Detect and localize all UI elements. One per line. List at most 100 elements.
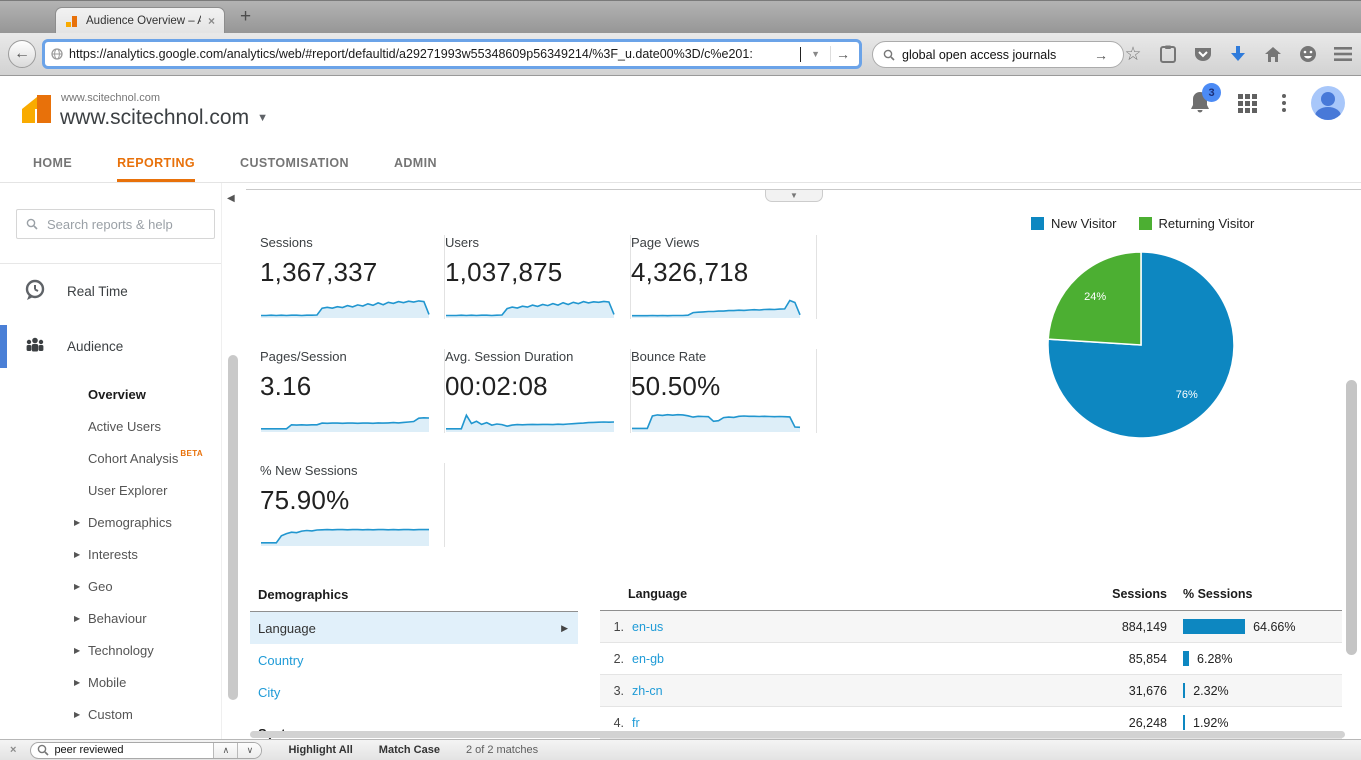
sidebar-item-custom[interactable]: ▶ Custom	[0, 698, 221, 730]
metric-card-users[interactable]: Users 1,037,875	[445, 235, 631, 319]
sidebar-item-active-users[interactable]: Active Users	[0, 410, 221, 442]
metric-label: Sessions	[260, 235, 313, 250]
apps-grid-icon[interactable]	[1238, 93, 1257, 113]
metric-card-page-views[interactable]: Page Views 4,326,718	[631, 235, 817, 319]
language-link[interactable]: en-us	[624, 620, 1047, 634]
nav-tab-home[interactable]: HOME	[33, 143, 72, 182]
sidebar-search-input[interactable]: Search reports & help	[16, 209, 215, 239]
metric-label: Bounce Rate	[631, 349, 707, 364]
avatar[interactable]	[1311, 86, 1345, 120]
demographics-item-city[interactable]: City	[250, 676, 578, 708]
sidebar-search-placeholder: Search reports & help	[47, 216, 173, 232]
match-case-button[interactable]: Match Case	[379, 744, 440, 756]
legend-item-new-visitor[interactable]: New Visitor	[1031, 216, 1117, 231]
url-dropdown-icon[interactable]: ▼	[807, 49, 824, 59]
pct-bar	[1183, 715, 1185, 730]
col-sessions[interactable]: Sessions	[1047, 587, 1167, 601]
demographics-item-country[interactable]: Country	[250, 644, 578, 676]
sidebar-section-real-time[interactable]: Real Time	[0, 264, 221, 319]
url-text[interactable]: https://analytics.google.com/analytics/w…	[69, 47, 794, 61]
property-selector[interactable]: www.scitechnol.com ▼	[60, 106, 268, 130]
tab-title: Audience Overview – Anal...	[86, 15, 201, 27]
highlight-all-button[interactable]: Highlight All	[288, 744, 352, 756]
back-button[interactable]: ←	[8, 40, 36, 68]
metric-card--new-sessions[interactable]: % New Sessions 75.90%	[260, 463, 445, 547]
sidebar-item-label: Active Users	[88, 418, 161, 434]
browser-tab[interactable]: Audience Overview – Anal... ×	[55, 7, 225, 34]
col-pct-sessions[interactable]: % Sessions	[1167, 587, 1342, 601]
find-next-button[interactable]: ∨	[237, 742, 262, 758]
sidebar-item-overview[interactable]: Overview	[0, 378, 221, 410]
pct-bar	[1183, 651, 1190, 666]
web-search-field[interactable]: global open access journals →	[872, 41, 1124, 68]
notifications-button[interactable]: 3	[1189, 83, 1221, 116]
sidebar-item-technology[interactable]: ▶ Technology	[0, 634, 221, 666]
expand-arrow-icon: ▶	[74, 677, 81, 687]
realtime-icon	[24, 279, 46, 304]
find-query[interactable]: peer reviewed	[49, 744, 213, 756]
sidebar-item-label: Behaviour	[88, 610, 147, 626]
sidebar-item-label: Technology	[88, 642, 154, 658]
expand-arrow-icon: ▶	[74, 645, 81, 655]
pocket-icon[interactable]	[1193, 44, 1213, 64]
language-link[interactable]: en-gb	[624, 652, 1047, 666]
sidebar-section-audience[interactable]: Audience	[0, 319, 221, 374]
sidebar-item-label: Overview	[88, 386, 146, 402]
sidebar-scrollbar[interactable]	[228, 355, 238, 700]
metric-sparkline	[261, 300, 430, 318]
sidebar-item-mobile[interactable]: ▶ Mobile	[0, 666, 221, 698]
visitor-pie-chart[interactable]: 76% 24%	[1041, 245, 1241, 445]
reading-list-icon[interactable]	[1158, 44, 1178, 64]
web-search-value[interactable]: global open access journals	[902, 48, 1082, 62]
url-bar[interactable]: https://analytics.google.com/analytics/w…	[42, 39, 862, 69]
metric-card-avg-session-duration[interactable]: Avg. Session Duration 00:02:08	[445, 349, 631, 433]
sidebar-item-geo[interactable]: ▶ Geo	[0, 570, 221, 602]
browser-window: Audience Overview – Anal... × + ← https:…	[0, 0, 1361, 760]
search-go-button[interactable]: →	[1089, 47, 1113, 63]
language-link[interactable]: fr	[624, 716, 1047, 730]
sidebar-item-interests[interactable]: ▶ Interests	[0, 538, 221, 570]
pct-sessions-cell: 2.32%	[1167, 683, 1342, 698]
legend-swatch	[1138, 217, 1152, 230]
go-button[interactable]: →	[830, 46, 855, 62]
metric-card-sessions[interactable]: Sessions 1,367,337	[260, 235, 445, 319]
pct-bar	[1183, 619, 1246, 634]
pct-label: 6.28%	[1197, 651, 1233, 666]
metric-value: 1,037,875	[445, 257, 563, 287]
sidebar-item-user-explorer[interactable]: User Explorer	[0, 474, 221, 506]
sidebar-item-behaviour[interactable]: ▶ Behaviour	[0, 602, 221, 634]
downloads-icon[interactable]	[1228, 44, 1248, 64]
close-tab-icon[interactable]: ×	[208, 15, 215, 27]
menu-hamburger-icon[interactable]	[1333, 44, 1353, 64]
chevron-down-icon: ▼	[257, 112, 268, 124]
col-language[interactable]: Language	[600, 587, 1047, 601]
sidebar-collapse-button[interactable]: ◀	[227, 193, 235, 204]
language-table: Language Sessions % Sessions 1. en-us 884,…	[600, 581, 1342, 739]
new-tab-button[interactable]: +	[240, 6, 251, 28]
legend-swatch	[1031, 217, 1044, 230]
metric-card-pages-session[interactable]: Pages/Session 3.16	[260, 349, 445, 433]
demographics-item-language[interactable]: Language ▶	[250, 612, 578, 644]
nav-tab-customisation[interactable]: CUSTOMISATION	[240, 143, 349, 182]
demographics-title: Demographics	[250, 581, 578, 612]
metric-card-bounce-rate[interactable]: Bounce Rate 50.50%	[631, 349, 817, 433]
find-close-icon[interactable]: ×	[10, 744, 16, 756]
property-name: www.scitechnol.com	[60, 106, 250, 129]
sidebar-item-label: Demographics	[88, 514, 172, 530]
feedback-smiley-icon[interactable]	[1298, 44, 1318, 64]
account-name-small: www.scitechnol.com	[61, 92, 161, 104]
nav-tab-admin[interactable]: ADMIN	[394, 143, 437, 182]
bookmark-star-icon[interactable]: ☆	[1123, 44, 1143, 65]
find-input[interactable]: peer reviewed ∧ ∨	[30, 741, 263, 759]
language-link[interactable]: zh-cn	[624, 684, 1047, 698]
horizontal-scrollbar[interactable]	[250, 731, 1345, 738]
legend-item-returning-visitor[interactable]: Returning Visitor	[1138, 216, 1254, 231]
more-options-icon[interactable]	[1282, 94, 1286, 112]
nav-tab-reporting[interactable]: REPORTING	[117, 143, 195, 182]
find-previous-button[interactable]: ∧	[213, 742, 238, 758]
row-rank: 1.	[613, 619, 624, 634]
vertical-scrollbar[interactable]	[1346, 380, 1357, 655]
sidebar-item-demographics[interactable]: ▶ Demographics	[0, 506, 221, 538]
home-icon[interactable]	[1263, 44, 1283, 64]
sidebar-item-cohort-analysis[interactable]: Cohort Analysis BETA	[0, 442, 221, 474]
